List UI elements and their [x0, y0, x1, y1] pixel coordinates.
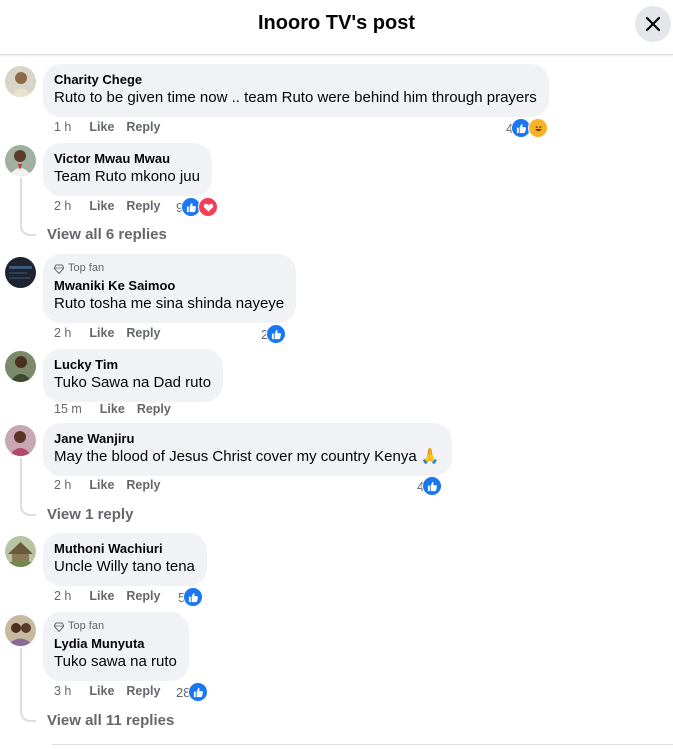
reaction-summary[interactable]: 2: [261, 324, 287, 344]
commenter-name[interactable]: Lydia Munyuta: [54, 636, 177, 652]
top-fan-badge: Top fan: [54, 262, 284, 275]
comment-text: Ruto to be given time now .. team Ruto w…: [54, 89, 537, 106]
avatar[interactable]: [5, 66, 36, 97]
reply-button[interactable]: Reply: [126, 589, 160, 603]
avatar[interactable]: [5, 351, 36, 382]
reply-thread-line: [20, 458, 36, 516]
close-button[interactable]: [635, 6, 671, 42]
view-replies-link[interactable]: View all 11 replies: [47, 712, 174, 729]
diamond-icon: [54, 622, 64, 632]
avatar[interactable]: [5, 425, 36, 456]
reply-button[interactable]: Reply: [126, 684, 160, 698]
comment-actions: 15 m Like Reply: [54, 402, 171, 416]
post-header: Inooro TV's post: [0, 0, 673, 55]
reply-button[interactable]: Reply: [126, 326, 160, 340]
comment-time[interactable]: 3 h: [54, 684, 71, 698]
comment-bubble[interactable]: Muthoni Wachiuri Uncle Willy tano tena: [43, 533, 207, 586]
comment-actions: 2 h Like Reply: [54, 199, 160, 213]
commenter-name[interactable]: Jane Wanjiru: [54, 431, 440, 447]
avatar[interactable]: [5, 257, 36, 288]
view-replies-link[interactable]: View all 6 replies: [47, 226, 167, 243]
comment-text: Tuko sawa na ruto: [54, 653, 177, 670]
avatar[interactable]: [5, 615, 36, 646]
reaction-summary[interactable]: 4: [506, 118, 549, 138]
comment-actions: 2 h Like Reply: [54, 478, 160, 492]
commenter-name[interactable]: Mwaniki Ke Saimoo: [54, 278, 284, 294]
comment-bubble[interactable]: Top fan Mwaniki Ke Saimoo Ruto tosha me …: [43, 254, 297, 323]
comment-actions: 2 h Like Reply: [54, 589, 160, 603]
close-icon: [645, 16, 661, 32]
comment-time[interactable]: 1 h: [54, 120, 71, 134]
like-reaction-icon: [183, 587, 204, 607]
comment-bubble[interactable]: Top fan Lydia Munyuta Tuko sawa na ruto: [43, 612, 189, 681]
view-replies-link[interactable]: View 1 reply: [47, 506, 133, 523]
comment-bubble[interactable]: Jane Wanjiru May the blood of Jesus Chri…: [43, 423, 452, 476]
avatar[interactable]: [5, 536, 36, 567]
love-reaction-icon: [198, 197, 219, 217]
commenter-name[interactable]: Charity Chege: [54, 72, 537, 88]
comment-time[interactable]: 2 h: [54, 326, 71, 340]
comment-time[interactable]: 2 h: [54, 589, 71, 603]
comment-text: Uncle Willy tano tena: [54, 558, 195, 575]
top-fan-label: Top fan: [68, 262, 105, 274]
like-button[interactable]: Like: [100, 402, 125, 416]
comment-text: Ruto tosha me sina shinda nayeye: [54, 295, 285, 312]
comment-text: May the blood of Jesus Christ cover my c…: [54, 448, 440, 465]
top-fan-badge: Top fan: [54, 620, 177, 633]
comment-composer-edge: [52, 744, 673, 749]
comment-actions: 2 h Like Reply: [54, 326, 160, 340]
comment-bubble[interactable]: Victor Mwau Mwau Team Ruto mkono juu: [43, 143, 212, 196]
reply-thread-line: [20, 648, 36, 722]
reply-button[interactable]: Reply: [126, 478, 160, 492]
comment-bubble[interactable]: Lucky Tim Tuko Sawa na Dad ruto: [43, 349, 224, 402]
comment-text: Tuko Sawa na Dad ruto: [54, 374, 212, 391]
reaction-summary[interactable]: 4: [417, 476, 443, 496]
like-reaction-icon: [188, 682, 209, 702]
reaction-summary[interactable]: 9: [176, 197, 219, 217]
reply-button[interactable]: Reply: [126, 120, 160, 134]
reply-button[interactable]: Reply: [137, 402, 171, 416]
comment-time[interactable]: 2 h: [54, 199, 71, 213]
comment-actions: 3 h Like Reply: [54, 684, 160, 698]
reaction-summary[interactable]: 5: [178, 587, 204, 607]
commenter-name[interactable]: Muthoni Wachiuri: [54, 541, 195, 557]
comment-bubble[interactable]: Charity Chege Ruto to be given time now …: [43, 64, 549, 117]
like-reaction-icon: [266, 324, 287, 344]
avatar[interactable]: [5, 145, 36, 176]
diamond-icon: [54, 264, 64, 274]
comment-time[interactable]: 2 h: [54, 478, 71, 492]
comment-text: Team Ruto mkono juu: [54, 168, 200, 185]
reply-button[interactable]: Reply: [126, 199, 160, 213]
comment-time[interactable]: 15 m: [54, 402, 82, 416]
reply-thread-line: [20, 178, 36, 236]
like-button[interactable]: Like: [89, 120, 114, 134]
commenter-name[interactable]: Victor Mwau Mwau: [54, 151, 200, 167]
like-button[interactable]: Like: [89, 478, 114, 492]
reaction-summary[interactable]: 28: [176, 682, 209, 702]
like-button[interactable]: Like: [89, 684, 114, 698]
like-button[interactable]: Like: [89, 589, 114, 603]
like-button[interactable]: Like: [89, 326, 114, 340]
commenter-name[interactable]: Lucky Tim: [54, 357, 211, 373]
top-fan-label: Top fan: [68, 620, 105, 632]
haha-reaction-icon: [528, 118, 549, 138]
comment-actions: 1 h Like Reply: [54, 120, 160, 134]
like-reaction-icon: [422, 476, 443, 496]
post-title: Inooro TV's post: [258, 12, 415, 34]
like-button[interactable]: Like: [89, 199, 114, 213]
